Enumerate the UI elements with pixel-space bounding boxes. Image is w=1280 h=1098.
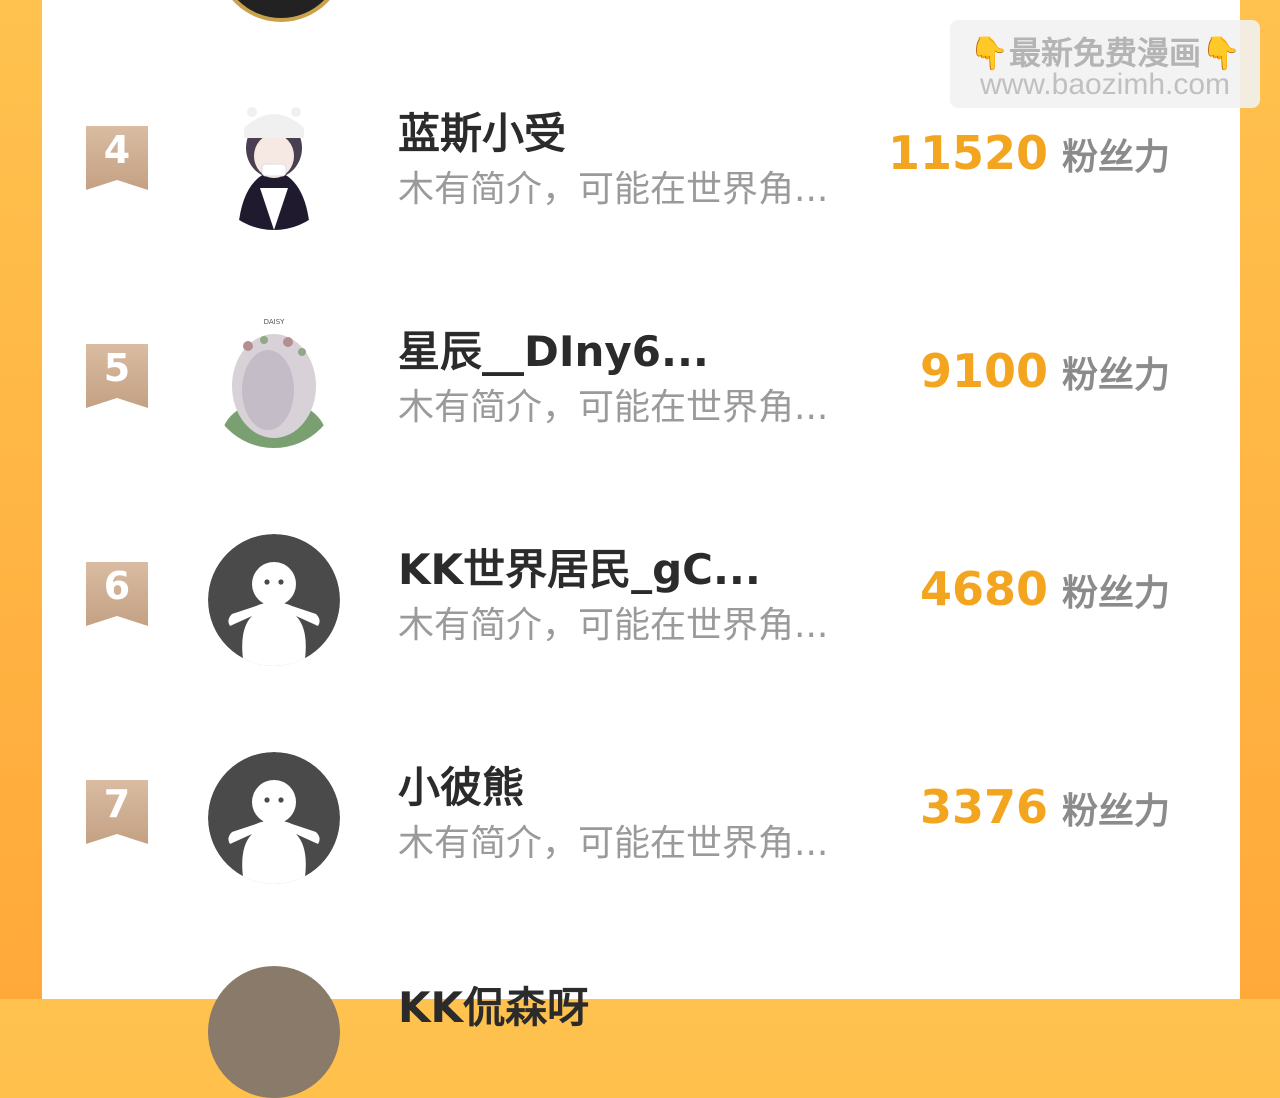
rank-badge: 6 bbox=[86, 562, 148, 626]
avatar-rank-8-partial[interactable] bbox=[208, 966, 340, 1098]
fan-power: 4680 粉丝力 bbox=[920, 562, 1170, 616]
fan-power-value: 4680 bbox=[919, 562, 1048, 616]
watermark: 👇最新免费漫画👇 www.baozimh.com bbox=[950, 20, 1260, 108]
ranking-row[interactable]: 4 蓝斯小受 木有简介，可能在世界角... 11520 粉丝力 bbox=[42, 96, 1240, 236]
user-description: 木有简介，可能在世界角... bbox=[398, 605, 829, 646]
user-description: 木有简介，可能在世界角... bbox=[398, 387, 829, 428]
flower-girl-icon[interactable]: DAISY bbox=[208, 316, 340, 448]
rank-badge: 4 bbox=[86, 126, 148, 190]
fan-power-unit: 粉丝力 bbox=[1061, 573, 1170, 614]
pointing-down-icon: 👇 bbox=[969, 34, 1009, 72]
fan-power-unit: 粉丝力 bbox=[1061, 137, 1170, 178]
fan-power-unit: 粉丝力 bbox=[1061, 791, 1170, 832]
fan-power-value: 9100 bbox=[919, 344, 1048, 398]
fan-power: 11520 粉丝力 bbox=[888, 126, 1170, 180]
user-description: 木有简介，可能在世界角... bbox=[398, 823, 829, 864]
fan-power-value: 11520 bbox=[887, 126, 1048, 180]
ranking-panel: 4 蓝斯小受 木有简介，可能在世界角... 11520 粉丝力 5 DAISY … bbox=[42, 0, 1240, 999]
watermark-text: 最新免费漫画 bbox=[1008, 34, 1201, 72]
user-name[interactable]: 星辰__DIny6... bbox=[398, 318, 709, 379]
user-name[interactable]: KK世界居民_gC... bbox=[398, 536, 761, 597]
rank-number: 5 bbox=[103, 346, 131, 390]
ranking-row[interactable]: 5 DAISY 星辰__DIny6... 木有简介，可能在世界角... 9100… bbox=[42, 314, 1240, 454]
user-name[interactable]: 小彼熊 bbox=[398, 754, 524, 815]
user-description: 木有简介，可能在世界角... bbox=[398, 169, 829, 210]
fan-power: 9100 粉丝力 bbox=[920, 344, 1170, 398]
ranking-row[interactable]: 7 小彼熊 木有简介，可能在世界角... 3376 粉丝力 bbox=[42, 750, 1240, 890]
fan-power: 3376 粉丝力 bbox=[920, 780, 1170, 834]
rank-badge: 5 bbox=[86, 344, 148, 408]
pointing-down-icon: 👇 bbox=[1201, 34, 1241, 72]
rank-number: 4 bbox=[103, 128, 131, 172]
ranking-row[interactable]: 6 KK世界居民_gC... 木有简介，可能在世界角... 4680 粉丝力 bbox=[42, 532, 1240, 672]
default-avatar-icon[interactable] bbox=[208, 752, 340, 884]
user-name-partial[interactable]: KK侃森呀 bbox=[398, 974, 589, 1035]
watermark-url: www.baozimh.com bbox=[979, 68, 1231, 101]
fan-power-value: 3376 bbox=[919, 780, 1048, 834]
rank-number: 6 bbox=[103, 564, 131, 608]
avatar-rank-3-partial[interactable] bbox=[216, 0, 346, 22]
svg-text:DAISY: DAISY bbox=[264, 318, 286, 326]
rank-badge: 7 bbox=[86, 780, 148, 844]
rank-number: 7 bbox=[103, 782, 131, 826]
anime-girl-icon[interactable] bbox=[208, 98, 340, 230]
default-avatar-icon[interactable] bbox=[208, 534, 340, 666]
user-name[interactable]: 蓝斯小受 bbox=[398, 100, 566, 161]
fan-power-unit: 粉丝力 bbox=[1061, 355, 1170, 396]
